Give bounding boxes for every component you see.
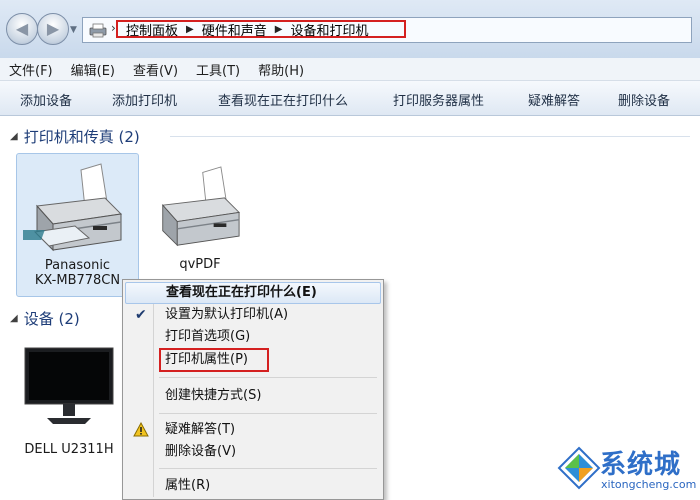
print-server-properties-button[interactable]: 打印服务器属性 (393, 90, 484, 109)
menu-file[interactable]: 文件(F) (0, 60, 62, 79)
breadcrumb-separator-icon[interactable]: ▶ (186, 24, 194, 35)
see-whats-printing-button[interactable]: 查看现在正在打印什么 (218, 90, 348, 109)
printer-qvpdf[interactable]: qvPDF (145, 153, 255, 295)
watermark: 系统城 xitongcheng.com (555, 440, 700, 500)
checkmark-icon: ✔ (135, 307, 147, 323)
devices-group-title: 设备 (2) (23, 310, 80, 328)
add-printer-button[interactable]: 添加打印机 (112, 90, 177, 109)
printer-icon (161, 166, 241, 247)
device-name: DELL U2311H (24, 442, 114, 457)
forward-arrow-icon: ▶ (46, 19, 60, 38)
menu-edit[interactable]: 编辑(E) (62, 60, 124, 79)
menu-view[interactable]: 查看(V) (124, 60, 187, 79)
warning-icon (133, 422, 149, 437)
ctx-create-shortcut[interactable]: 创建快捷方式(S) (125, 385, 381, 407)
watermark-url: xitongcheng.com (601, 478, 697, 491)
highlight-box (159, 348, 269, 372)
device-dell-monitor[interactable]: DELL U2311H (14, 342, 124, 462)
menu-separator (159, 468, 377, 469)
printers-group-header[interactable]: ◢ 打印机和传真 (2) (10, 126, 140, 147)
back-arrow-icon: ◀ (15, 19, 29, 38)
remove-device-button[interactable]: 删除设备 (618, 90, 670, 109)
navigation-bar: ◀ ▶ ▼ › 控制面板 ▶ 硬件和声音 ▶ 设备和打印机 (0, 0, 700, 59)
ctx-troubleshoot[interactable]: 疑难解答(T) (125, 419, 381, 441)
breadcrumb-control-panel[interactable]: 控制面板 (126, 20, 178, 39)
group-divider (170, 136, 690, 137)
breadcrumb-devices-printers[interactable]: 设备和打印机 (290, 20, 368, 39)
devices-group-header[interactable]: ◢ 设备 (2) (10, 308, 80, 329)
menu-help[interactable]: 帮助(H) (249, 60, 313, 79)
menu-separator (159, 413, 377, 414)
printer-name-line2: KX-MB778CN (34, 273, 121, 288)
recent-pages-dropdown-icon[interactable]: ▼ (70, 25, 77, 35)
add-device-button[interactable]: 添加设备 (20, 90, 72, 109)
printers-group-title: 打印机和传真 (2) (23, 128, 140, 146)
printer-icon (22, 163, 122, 252)
ctx-set-default-printer[interactable]: ✔ 设置为默认打印机(A) (125, 304, 381, 326)
menu-bar: 文件(F) 编辑(E) 查看(V) 工具(T) 帮助(H) (0, 58, 700, 81)
forward-button[interactable]: ▶ (37, 13, 69, 45)
menu-tools[interactable]: 工具(T) (187, 60, 249, 79)
devices-printers-icon (89, 23, 107, 38)
watermark-brand: 系统城 (600, 450, 682, 480)
collapse-triangle-icon[interactable]: ◢ (10, 313, 18, 324)
address-bar[interactable]: › 控制面板 ▶ 硬件和声音 ▶ 设备和打印机 (82, 17, 692, 43)
back-button[interactable]: ◀ (6, 13, 38, 45)
breadcrumb-hardware-sound[interactable]: 硬件和声音 (202, 20, 267, 39)
context-menu: 查看现在正在打印什么(E) ✔ 设置为默认打印机(A) 打印首选项(G) 打印机… (122, 279, 384, 500)
menu-separator (159, 377, 377, 378)
printer-panasonic[interactable]: Panasonic KX-MB778CN (16, 153, 139, 297)
breadcrumb: 控制面板 ▶ 硬件和声音 ▶ 设备和打印机 (116, 20, 406, 39)
monitor-icon (24, 347, 114, 424)
watermark-logo-icon (557, 446, 601, 490)
ctx-properties[interactable]: 属性(R) (125, 475, 381, 497)
troubleshoot-button[interactable]: 疑难解答 (528, 90, 580, 109)
printer-name-line1: Panasonic (44, 258, 111, 273)
collapse-triangle-icon[interactable]: ◢ (10, 131, 18, 142)
ctx-printing-preferences[interactable]: 打印首选项(G) (125, 326, 381, 348)
command-bar: 添加设备 添加打印机 查看现在正在打印什么 打印服务器属性 疑难解答 删除设备 (0, 81, 700, 116)
printer-name: qvPDF (179, 257, 221, 272)
ctx-remove-device[interactable]: 删除设备(V) (125, 441, 381, 463)
breadcrumb-separator-icon[interactable]: ▶ (275, 24, 283, 35)
ctx-see-whats-printing[interactable]: 查看现在正在打印什么(E) (125, 282, 381, 304)
